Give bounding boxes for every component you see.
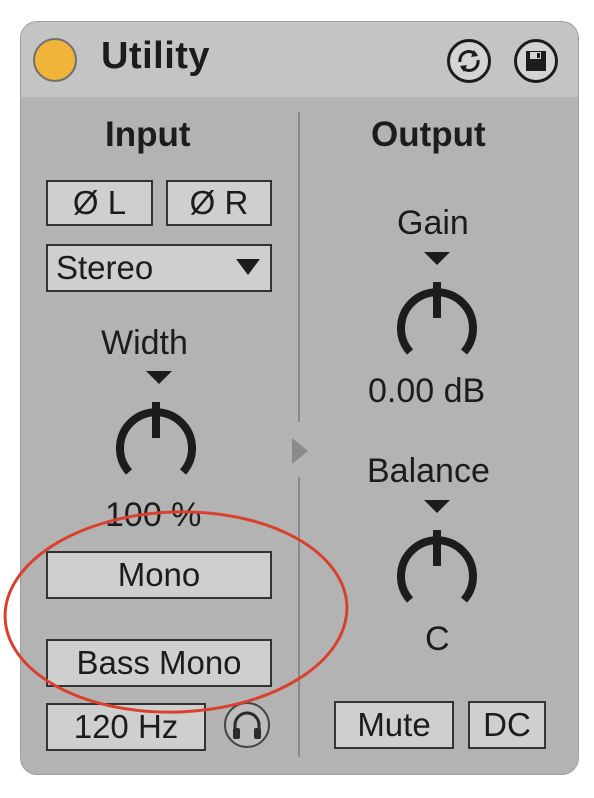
width-knob-pointer-icon: [146, 371, 172, 384]
hot-swap-icon[interactable]: [447, 39, 491, 83]
balance-value: C: [425, 620, 450, 658]
balance-knob[interactable]: [382, 518, 492, 628]
device-title: Utility: [101, 35, 211, 77]
utility-device: Utility Input Ø L Ø R Stereo Width 100 %…: [21, 22, 578, 774]
width-knob[interactable]: [101, 390, 211, 500]
gain-knob[interactable]: [382, 270, 492, 380]
mono-button[interactable]: Mono: [46, 551, 272, 599]
balance-knob-pointer-icon: [424, 500, 450, 513]
mute-button[interactable]: Mute: [334, 701, 454, 749]
width-value: 100 %: [105, 496, 202, 534]
bass-mono-frequency-field[interactable]: 120 Hz: [46, 703, 206, 751]
phase-invert-left-button[interactable]: Ø L: [46, 180, 153, 226]
gain-knob-pointer-icon: [424, 252, 450, 265]
section-divider-lower: [298, 477, 300, 757]
section-divider-upper: [298, 112, 300, 422]
input-heading: Input: [105, 115, 191, 154]
bass-mono-button[interactable]: Bass Mono: [46, 639, 272, 687]
channel-mode-select[interactable]: Stereo: [46, 244, 272, 292]
signal-flow-arrow-icon: [292, 438, 308, 464]
headphones-icon[interactable]: [224, 702, 270, 748]
dc-filter-button[interactable]: DC: [468, 701, 546, 749]
chevron-down-icon: [236, 259, 260, 275]
power-led-icon[interactable]: [33, 38, 77, 82]
gain-value: 0.00 dB: [368, 372, 486, 410]
save-preset-icon[interactable]: [514, 39, 558, 83]
gain-label: Gain: [397, 204, 469, 242]
output-heading: Output: [371, 115, 486, 154]
channel-mode-value: Stereo: [56, 249, 154, 286]
balance-label: Balance: [367, 452, 490, 490]
width-label: Width: [101, 324, 188, 362]
device-titlebar: Utility: [21, 22, 578, 97]
phase-invert-right-button[interactable]: Ø R: [166, 180, 272, 226]
